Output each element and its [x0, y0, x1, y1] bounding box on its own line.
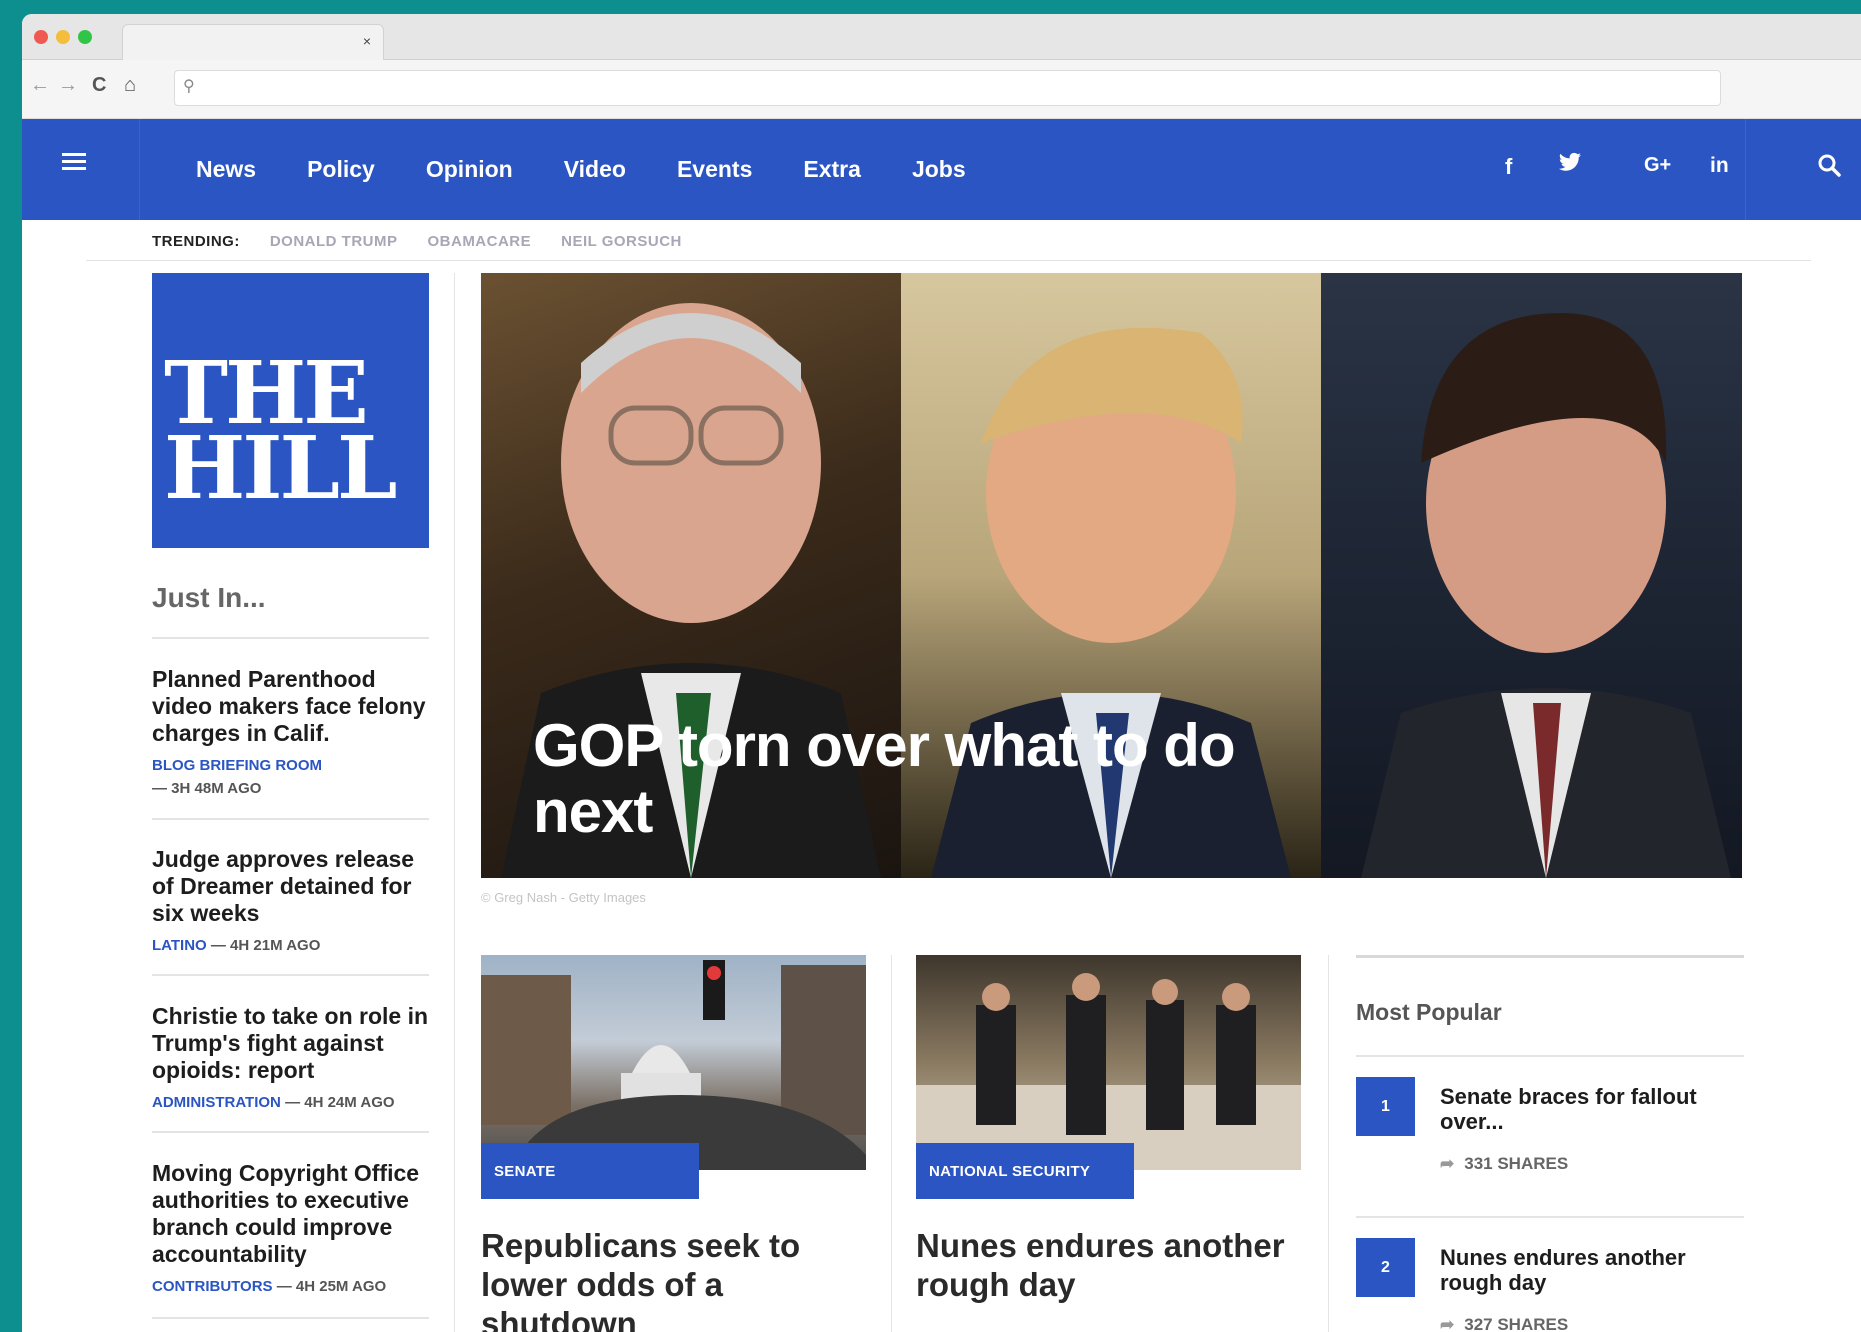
divider [152, 1317, 429, 1319]
divider [152, 818, 429, 820]
column-divider [1328, 955, 1329, 1332]
most-popular-heading: Most Popular [1356, 999, 1502, 1025]
rank-badge: 2 [1356, 1238, 1415, 1297]
search-icon[interactable] [1817, 153, 1841, 182]
story-title[interactable]: Moving Copyright Office authorities to e… [152, 1160, 437, 1268]
trending-bar: TRENDING: DONALD TRUMP OBAMACARE NEIL GO… [152, 221, 712, 261]
browser-window: × ← → C ⌂ ⚲ News Policy Opinion Video Ev… [22, 14, 1861, 1332]
portrait-illustration [1361, 313, 1731, 878]
rank-badge: 1 [1356, 1077, 1415, 1136]
linkedin-icon[interactable]: in [1710, 154, 1729, 178]
nav-events[interactable]: Events [677, 156, 752, 183]
story-time: — 4H 21M AGO [210, 937, 321, 954]
divider [152, 974, 429, 976]
close-window-button[interactable] [34, 30, 48, 44]
divider [152, 637, 429, 639]
just-in-story[interactable]: Moving Copyright Office authorities to e… [152, 1160, 437, 1295]
nav-opinion[interactable]: Opinion [426, 156, 513, 183]
facebook-icon[interactable]: f [1505, 154, 1512, 180]
hamburger-menu-icon[interactable] [62, 149, 102, 189]
category-badge-senate[interactable]: SENATE [481, 1143, 699, 1199]
trending-item[interactable]: NEIL GORSUCH [561, 233, 682, 250]
address-bar[interactable]: ⚲ [174, 70, 1721, 106]
story-title[interactable]: Planned Parenthood video makers face fel… [152, 666, 437, 747]
popular-story-title[interactable]: Nunes endures another rough day [1440, 1245, 1740, 1295]
nav-links: News Policy Opinion Video Events Extra J… [196, 119, 1017, 220]
site-navbar: News Policy Opinion Video Events Extra J… [22, 119, 1861, 220]
column-divider [454, 273, 455, 1332]
search-icon: ⚲ [183, 78, 195, 95]
story-meta: ADMINISTRATION — 4H 24M AGO [152, 1094, 437, 1111]
browser-tab[interactable]: × [122, 24, 384, 61]
story-time: — 4H 24M AGO [285, 1094, 395, 1111]
trending-item[interactable]: OBAMACARE [427, 233, 531, 250]
story-category[interactable]: ADMINISTRATION [152, 1094, 281, 1111]
just-in-story[interactable]: Planned Parenthood video makers face fel… [152, 666, 437, 797]
divider [152, 1131, 429, 1133]
just-in-heading: Just In... [152, 582, 266, 613]
story-meta: LATINO — 4H 21M AGO [152, 937, 437, 954]
card-headline[interactable]: Republicans seek to lower odds of a shut… [481, 1226, 861, 1332]
share-arrow-icon: ➦ [1440, 1154, 1455, 1173]
story-meta: BLOG BRIEFING ROOM — 3H 48M AGO [152, 757, 437, 797]
story-category[interactable]: BLOG BRIEFING ROOM [152, 757, 437, 774]
home-icon[interactable]: ⌂ [124, 74, 136, 97]
card-image-senate[interactable] [481, 955, 866, 1170]
reload-icon[interactable]: C [92, 74, 106, 97]
nav-news[interactable]: News [196, 156, 256, 183]
divider [86, 260, 1811, 261]
browser-toolbar: ← → C ⌂ ⚲ [22, 60, 1861, 119]
twitter-icon[interactable] [1558, 152, 1582, 179]
story-category[interactable]: LATINO [152, 937, 207, 954]
hero-headline[interactable]: GOP torn over what to do next [533, 713, 1353, 845]
divider [1356, 1055, 1744, 1057]
nav-video[interactable]: Video [564, 156, 626, 183]
story-time: — 3H 48M AGO [152, 780, 262, 797]
logo-line-2: HILL [164, 418, 397, 519]
card-headline[interactable]: Nunes endures another rough day [916, 1226, 1301, 1304]
story-meta: CONTRIBUTORS — 4H 25M AGO [152, 1278, 437, 1295]
share-count: ➦ 327 SHARES [1440, 1315, 1569, 1332]
nav-extra[interactable]: Extra [803, 156, 861, 183]
google-plus-icon[interactable]: G+ [1644, 154, 1671, 177]
browser-titlebar: × [22, 14, 1861, 61]
popular-story-title[interactable]: Senate braces for fallout over... [1440, 1084, 1740, 1134]
category-badge-national-security[interactable]: NATIONAL SECURITY [916, 1143, 1134, 1199]
hero-photo-right [1321, 273, 1742, 878]
story-category[interactable]: CONTRIBUTORS [152, 1278, 273, 1295]
nav-policy[interactable]: Policy [307, 156, 375, 183]
forward-arrow-icon[interactable]: → [58, 74, 78, 97]
column-divider [891, 955, 892, 1332]
site-logo[interactable]: THE HILL [152, 273, 429, 548]
nav-divider [1745, 119, 1746, 220]
hero-image[interactable]: GOP torn over what to do next [481, 273, 1742, 878]
just-in-story[interactable]: Judge approves release of Dreamer detain… [152, 846, 437, 954]
story-time: — 4H 25M AGO [276, 1278, 387, 1295]
trending-item[interactable]: DONALD TRUMP [270, 233, 398, 250]
minimize-window-button[interactable] [56, 30, 70, 44]
tab-close-icon[interactable]: × [363, 33, 371, 49]
share-arrow-icon: ➦ [1440, 1315, 1455, 1332]
hallway-illustration [916, 973, 1301, 1170]
capitol-illustration [481, 960, 866, 1170]
trending-label: TRENDING: [152, 232, 240, 250]
back-arrow-icon[interactable]: ← [30, 74, 50, 97]
nav-jobs[interactable]: Jobs [912, 156, 966, 183]
photo-credit: © Greg Nash - Getty Images [481, 890, 646, 905]
nav-divider [139, 119, 140, 220]
divider [1356, 1216, 1744, 1218]
share-count: ➦ 331 SHARES [1440, 1154, 1569, 1173]
just-in-story[interactable]: Christie to take on role in Trump's figh… [152, 1003, 437, 1111]
maximize-window-button[interactable] [78, 30, 92, 44]
card-image-national-security[interactable] [916, 955, 1301, 1170]
story-title[interactable]: Christie to take on role in Trump's figh… [152, 1003, 437, 1084]
story-title[interactable]: Judge approves release of Dreamer detain… [152, 846, 437, 927]
divider [1356, 955, 1744, 958]
